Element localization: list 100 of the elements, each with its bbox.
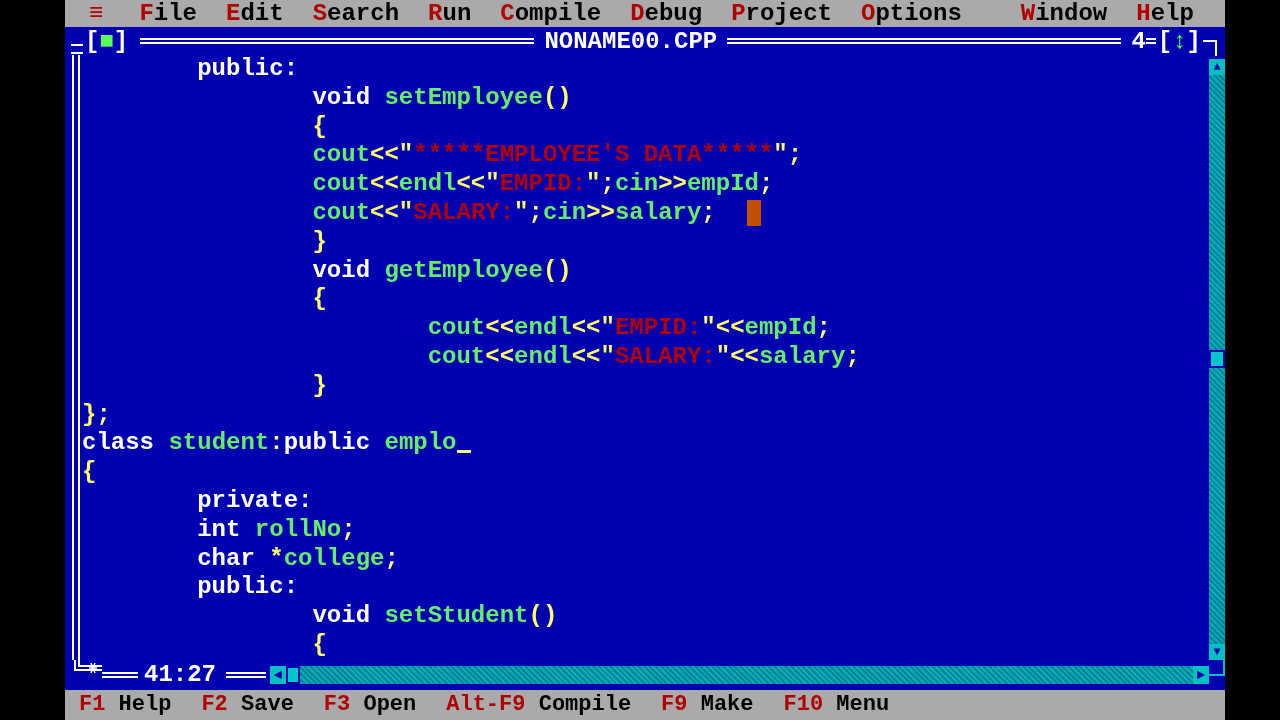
symbol-text: <<" [571,342,615,372]
symbol-text: : [269,429,284,459]
symbol-text: ; [341,515,356,545]
symbol-text: << [370,170,399,199]
frame-border [226,671,266,678]
symbol-text: ; [758,170,774,199]
identifier-text: cin [614,170,659,199]
scroll-left-icon[interactable]: ◄ [270,665,286,684]
symbol-text: <<" [370,199,414,228]
identifier-text: cin [542,199,587,228]
keyword-text: int [196,515,242,545]
shortcut-hint[interactable]: F1 Help [79,692,172,718]
identifier-text: setEmployee [384,83,543,113]
menu-item[interactable]: Compile [500,0,602,27]
menu-item[interactable]: File [139,0,198,27]
shortcut-hint[interactable]: F2 Save [201,692,294,718]
symbol-text: () [528,602,558,631]
vertical-scrollbar[interactable]: ▲ ▼ [1209,59,1225,660]
symbol-text: "; [586,170,615,199]
shortcut-hint[interactable]: F3 Open [323,692,417,718]
symbol-text: { [311,112,327,142]
string-text: *****EMPLOYEE'S DATA***** [413,141,774,171]
symbol-text: { [311,285,327,315]
menu-item[interactable]: Project [731,0,832,27]
identifier-text: cout [311,170,371,199]
symbol-text: { [311,630,327,660]
symbol-text: } [311,371,327,401]
keyword-text: class [82,429,155,459]
identifier-text: college [283,544,385,574]
symbol-text: <<" [370,141,414,171]
identifier-text: rollNo [254,515,342,545]
symbol-text: "<< [715,342,759,372]
identifier-text: cout [311,199,371,228]
symbol-text: }; [82,400,111,430]
zoom-button[interactable]: [↕] [1155,27,1203,55]
identifier-text: emplo [384,429,457,459]
identifier-text: endl [514,314,572,343]
symbol-text: "; [773,141,803,171]
symbol-text: "<< [701,314,745,343]
identifier-text: endl [514,342,572,372]
scroll-thumb[interactable] [286,665,300,684]
scroll-right-icon[interactable]: ► [1193,665,1209,684]
symbol-text: * [269,544,284,574]
identifier-text: setStudent [384,602,529,631]
shortcut-hint[interactable]: Alt-F9 Compile [446,692,632,718]
identifier-text: salary [614,199,702,228]
symbol-text: << [485,314,515,343]
keyword-text: private: [196,486,313,516]
identifier-text: student [168,429,270,459]
symbol-text: "; [514,199,543,228]
frame-border [102,671,138,678]
keyword-text: public: [196,55,299,84]
horizontal-scrollbar[interactable]: ◄ ► [270,665,1209,684]
keyword-text: char [196,544,256,574]
symbol-text: ; [701,199,716,228]
menu-item[interactable]: Run [428,0,472,27]
identifier-text: cout [426,342,486,372]
keyword-text: public [283,429,372,459]
shortcut-hint[interactable]: F9 Make [661,692,754,718]
identifier-text: cout [311,141,371,171]
keyword-text: void [311,83,372,113]
identifier-text: salary [758,342,846,372]
menu-item[interactable]: Window [1020,0,1108,27]
symbol-text: >> [586,199,615,228]
keyword-text: public: [196,573,299,603]
identifier-text: endl [398,170,457,199]
frame-border [1203,40,1217,56]
keyword-text: void [311,602,372,631]
symbol-text: << [485,342,515,372]
symbol-text: } [311,227,327,257]
identifier-text: cout [426,314,486,343]
identifier-text: empId [744,314,817,343]
symbol-text: >> [658,170,687,199]
symbol-text: ; [384,544,399,574]
identifier-text: empId [686,170,759,199]
symbol-text: () [542,256,572,286]
keyword-text: void [311,256,372,286]
resize-corner-icon[interactable] [72,659,102,676]
window-number: 4 [1131,27,1146,55]
scroll-up-icon[interactable]: ▲ [1209,59,1225,75]
menu-item[interactable]: Edit [226,0,284,27]
scroll-down-icon[interactable]: ▼ [1209,643,1225,660]
menu-item[interactable]: Help [1136,0,1194,27]
cursor-position: 41:27 [144,661,216,689]
shortcut-hint[interactable]: F10 Menu [783,692,890,718]
close-button[interactable]: [■] [83,27,131,55]
symbol-text: ; [845,342,860,372]
scroll-thumb[interactable] [1209,350,1225,369]
identifier-text: getEmployee [384,256,543,286]
menu-item[interactable]: Options [860,0,962,27]
frame-border [1145,38,1156,44]
menu-item[interactable]: Search [312,0,400,27]
string-text: SALARY: [614,342,716,372]
menu-item[interactable]: Debug [630,0,703,27]
window-title: NONAME00.CPP [544,27,718,55]
string-text: SALARY: [413,199,515,228]
symbol-text: ; [816,314,831,343]
symbol-text: <<" [571,314,615,343]
symbol-text: <<" [456,170,500,199]
string-text: EMPID: [499,170,587,199]
